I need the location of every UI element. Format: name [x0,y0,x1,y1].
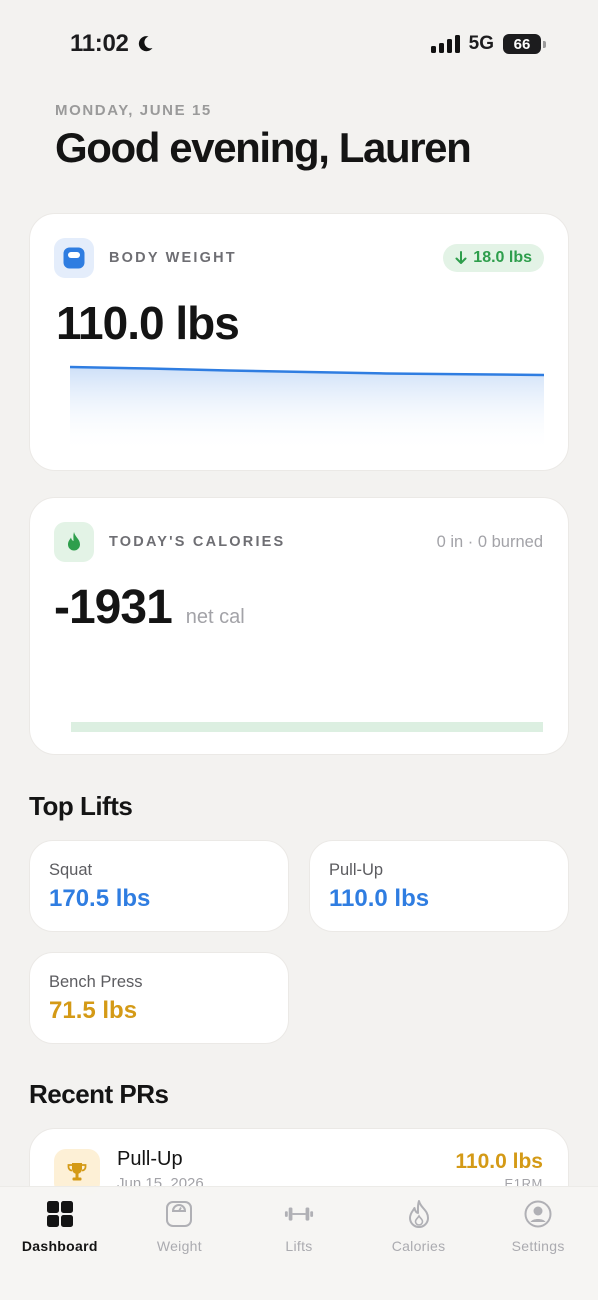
lift-card-bench-press[interactable]: Bench Press 71.5 lbs [29,952,289,1044]
body-weight-card[interactable]: BODY WEIGHT 18.0 lbs 110.0 lbs [29,213,569,471]
net-calories-value: -1931 [54,581,173,634]
arrow-down-icon [455,251,467,264]
status-time: 11:02 [70,30,155,58]
lift-name: Squat [49,861,93,879]
page-title: Good evening, Lauren [55,124,472,171]
scale-icon [54,238,94,278]
pr-value: 110.0 lbs [455,1150,543,1173]
weight-trend-chart [70,365,544,452]
network-label: 5G [468,33,494,54]
weight-change-badge: 18.0 lbs [443,244,544,272]
moon-icon [138,36,153,52]
calories-progress-bar [71,722,543,732]
clock-text: 11:02 [70,30,129,57]
lift-name: Pull-Up [329,861,384,879]
flame-icon [54,522,94,562]
signal-icon [430,35,460,53]
lift-card-squat[interactable]: Squat 170.5 lbs [29,840,289,932]
tab-bar: Dashboard Weight Lifts Calories Settings [0,1186,598,1300]
tab-weight[interactable]: Weight [120,1187,240,1300]
tab-label: Settings [511,1238,565,1254]
battery-level: 66 [503,34,541,54]
tab-lifts[interactable]: Lifts [239,1187,359,1300]
tab-label: Weight [156,1238,202,1254]
net-calories-unit: net cal [185,606,245,628]
status-bar: 11:02 5G 66 [0,0,598,90]
tab-label: Lifts [285,1238,313,1254]
flame-icon [404,1199,434,1229]
tab-settings[interactable]: Settings [478,1187,598,1300]
calories-label: TODAY'S CALORIES [109,534,286,550]
tab-dashboard[interactable]: Dashboard [0,1187,120,1300]
date-label: MONDAY, JUNE 15 [55,102,212,119]
tab-label: Dashboard [21,1238,98,1254]
lift-value: 71.5 lbs [49,997,138,1024]
lift-card-pull-up[interactable]: Pull-Up 110.0 lbs [309,840,569,932]
net-calories: -1931 net cal [54,580,245,635]
tab-label: Calories [391,1238,446,1254]
lift-name: Bench Press [49,973,143,991]
grid-icon [45,1199,75,1229]
battery-icon: 66 [503,34,546,54]
person-circle-icon [523,1199,553,1229]
tab-calories[interactable]: Calories [359,1187,479,1300]
lift-value: 110.0 lbs [329,885,430,912]
body-weight-value: 110.0 lbs [56,297,240,349]
body-weight-label: BODY WEIGHT [109,250,237,266]
recent-prs-title: Recent PRs [29,1079,169,1109]
calories-card[interactable]: TODAY'S CALORIES 0 in · 0 burned -1931 n… [29,497,569,755]
lift-value: 170.5 lbs [49,885,151,912]
top-lifts-title: Top Lifts [29,791,133,821]
weight-change-value: 18.0 lbs [473,249,532,266]
dumbbell-icon [284,1199,314,1229]
weight-trend-area [70,367,544,452]
calories-meta: 0 in · 0 burned [436,533,543,551]
scale-icon [164,1199,194,1229]
status-indicators: 5G 66 [430,33,546,55]
pr-lift-name: Pull-Up [117,1148,183,1170]
